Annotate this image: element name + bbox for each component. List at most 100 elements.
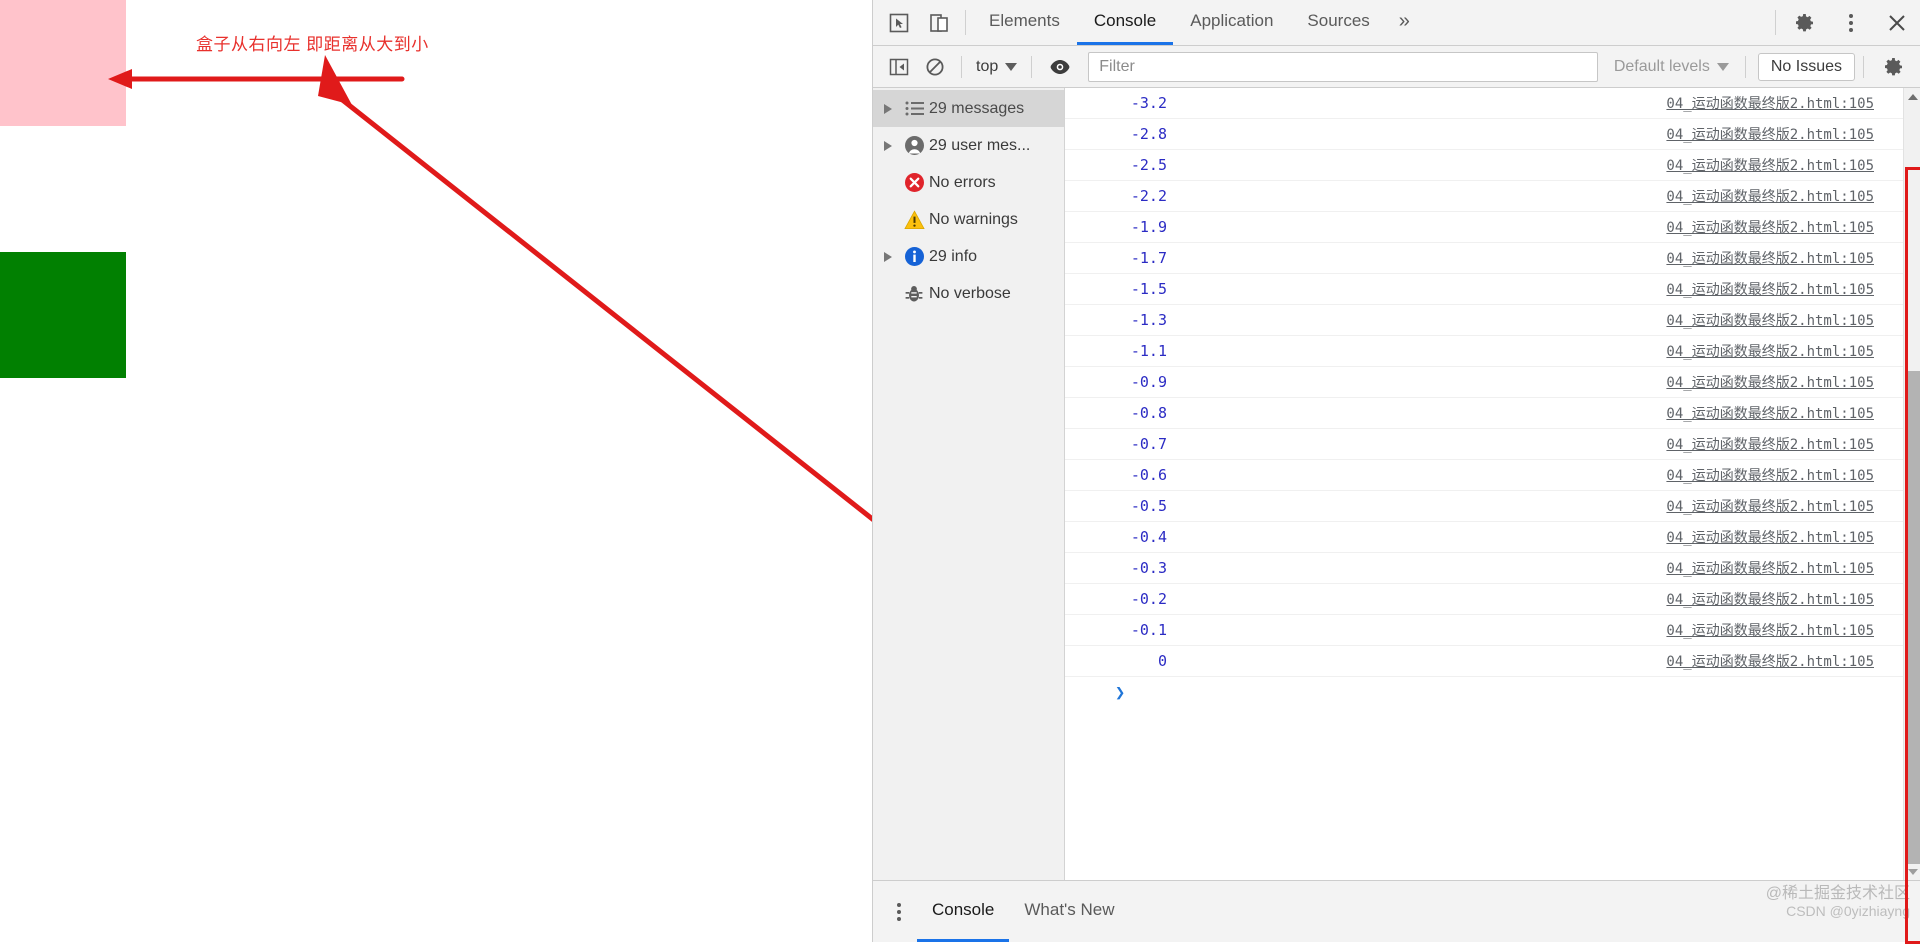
log-source-link[interactable]: 04_运动函数最终版2.html:105 <box>1167 372 1920 392</box>
green-box <box>0 252 126 378</box>
toolbar-divider-1 <box>961 55 962 78</box>
log-row[interactable]: -1.7 04_运动函数最终版2.html:105 <box>1065 243 1920 274</box>
list-icon <box>899 101 929 116</box>
log-value: -0.9 <box>1130 373 1167 391</box>
tabstrip-divider <box>965 10 966 35</box>
console-prompt-row[interactable]: ❯ <box>1065 677 1920 708</box>
log-row[interactable]: -0.1 04_运动函数最终版2.html:105 <box>1065 615 1920 646</box>
log-row[interactable]: -0.7 04_运动函数最终版2.html:105 <box>1065 429 1920 460</box>
log-source-link[interactable]: 04_运动函数最终版2.html:105 <box>1167 589 1920 609</box>
toolbar-divider-2 <box>1031 55 1033 78</box>
log-row[interactable]: 0 04_运动函数最终版2.html:105 <box>1065 646 1920 677</box>
tab-sources[interactable]: Sources <box>1290 0 1386 45</box>
log-value: -0.2 <box>1130 590 1167 608</box>
log-source-link[interactable]: 04_运动函数最终版2.html:105 <box>1167 248 1920 268</box>
sidebar-label-user-messages: 29 user mes... <box>929 136 1031 154</box>
log-row[interactable]: -1.3 04_运动函数最终版2.html:105 <box>1065 305 1920 336</box>
log-source-link[interactable]: 04_运动函数最终版2.html:105 <box>1167 403 1920 423</box>
pink-box <box>0 0 126 126</box>
watermark-line-1: @稀土掘金技术社区 <box>1765 885 1910 902</box>
annotation-arrows <box>108 55 872 522</box>
log-source-link[interactable]: 04_运动函数最终版2.html:105 <box>1167 558 1920 578</box>
console-sidebar: 29 messages 29 user mes... No errors No … <box>873 88 1065 880</box>
console-filter-input[interactable] <box>1088 51 1598 82</box>
execution-context-selector[interactable]: top <box>970 58 1023 76</box>
sidebar-label-verbose: No verbose <box>929 284 1011 302</box>
log-row[interactable]: -2.2 04_运动函数最终版2.html:105 <box>1065 181 1920 212</box>
log-source-link[interactable]: 04_运动函数最终版2.html:105 <box>1167 155 1920 175</box>
tab-application[interactable]: Application <box>1173 0 1290 45</box>
tab-elements[interactable]: Elements <box>972 0 1077 45</box>
twisty-icon-info[interactable] <box>877 251 899 262</box>
log-row[interactable]: -1.5 04_运动函数最终版2.html:105 <box>1065 274 1920 305</box>
console-scrollbar[interactable] <box>1903 88 1920 880</box>
log-levels-selector[interactable]: Default levels <box>1606 58 1737 76</box>
close-devtools-icon[interactable] <box>1874 0 1920 45</box>
watermark-line-2: CSDN @0yizhiayng <box>1786 903 1910 920</box>
sidebar-item-verbose[interactable]: No verbose <box>873 275 1064 312</box>
log-value: -0.6 <box>1130 466 1167 484</box>
arrow-diagonal-shaft <box>337 95 872 522</box>
log-row[interactable]: -2.5 04_运动函数最终版2.html:105 <box>1065 150 1920 181</box>
console-settings-gear-icon[interactable] <box>1872 55 1916 79</box>
twisty-icon-messages[interactable] <box>877 103 899 114</box>
log-row[interactable]: -2.8 04_运动函数最终版2.html:105 <box>1065 119 1920 150</box>
live-expression-eye-icon[interactable] <box>1040 52 1080 82</box>
scrollbar-down-arrow-icon[interactable] <box>1904 863 1920 880</box>
log-source-link[interactable]: 04_运动函数最终版2.html:105 <box>1167 620 1920 640</box>
log-value: -2.5 <box>1130 156 1167 174</box>
sidebar-item-messages[interactable]: 29 messages <box>873 90 1064 127</box>
log-row[interactable]: -0.9 04_运动函数最终版2.html:105 <box>1065 367 1920 398</box>
log-value: -2.8 <box>1130 125 1167 143</box>
inspect-element-icon[interactable] <box>879 0 919 45</box>
log-source-link[interactable]: 04_运动函数最终版2.html:105 <box>1167 124 1920 144</box>
issues-button[interactable]: No Issues <box>1757 52 1855 81</box>
scrollbar-up-arrow-icon[interactable] <box>1904 88 1920 105</box>
toggle-console-sidebar-icon[interactable] <box>881 52 917 82</box>
log-source-link[interactable]: 04_运动函数最终版2.html:105 <box>1167 310 1920 330</box>
log-row[interactable]: -3.2 04_运动函数最终版2.html:105 <box>1065 88 1920 119</box>
more-options-icon[interactable] <box>1828 0 1874 45</box>
drawer-more-options-icon[interactable] <box>881 881 917 942</box>
log-source-link[interactable]: 04_运动函数最终版2.html:105 <box>1167 651 1920 671</box>
log-row[interactable]: -0.3 04_运动函数最终版2.html:105 <box>1065 553 1920 584</box>
log-source-link[interactable]: 04_运动函数最终版2.html:105 <box>1167 341 1920 361</box>
log-row[interactable]: -1.9 04_运动函数最终版2.html:105 <box>1065 212 1920 243</box>
warning-icon <box>899 209 929 230</box>
log-row[interactable]: -0.2 04_运动函数最终版2.html:105 <box>1065 584 1920 615</box>
settings-gear-icon[interactable] <box>1782 0 1828 45</box>
sidebar-item-info[interactable]: 29 info <box>873 238 1064 275</box>
console-log-list[interactable]: -3.2 04_运动函数最终版2.html:105 -2.8 04_运动函数最终版2.… <box>1065 88 1920 880</box>
log-row[interactable]: -0.4 04_运动函数最终版2.html:105 <box>1065 522 1920 553</box>
console-body: 29 messages 29 user mes... No errors No … <box>873 88 1920 944</box>
execution-context-label: top <box>976 57 999 75</box>
drawer-tab-console[interactable]: Console <box>917 881 1010 942</box>
twisty-icon-user-messages[interactable] <box>877 140 899 151</box>
tab-overflow-icon[interactable]: » <box>1387 0 1422 45</box>
drawer-tab-whats-new[interactable]: What's New <box>1009 881 1129 942</box>
log-row[interactable]: -1.1 04_运动函数最终版2.html:105 <box>1065 336 1920 367</box>
sidebar-item-errors[interactable]: No errors <box>873 164 1064 201</box>
sidebar-item-user-messages[interactable]: 29 user mes... <box>873 127 1064 164</box>
clear-console-icon[interactable] <box>917 52 953 82</box>
sidebar-item-warnings[interactable]: No warnings <box>873 201 1064 238</box>
log-value: -0.3 <box>1130 559 1167 577</box>
scrollbar-thumb[interactable] <box>1905 371 1920 864</box>
tab-console[interactable]: Console <box>1076 0 1174 45</box>
log-source-link[interactable]: 04_运动函数最终版2.html:105 <box>1167 527 1920 547</box>
log-source-link[interactable]: 04_运动函数最终版2.html:105 <box>1167 465 1920 485</box>
log-row[interactable]: -0.8 04_运动函数最终版2.html:105 <box>1065 398 1920 429</box>
log-row[interactable]: -0.6 04_运动函数最终版2.html:105 <box>1065 460 1920 491</box>
log-source-link[interactable]: 04_运动函数最终版2.html:105 <box>1167 93 1920 113</box>
log-source-link[interactable]: 04_运动函数最终版2.html:105 <box>1167 186 1920 206</box>
log-source-link[interactable]: 04_运动函数最终版2.html:105 <box>1167 496 1920 516</box>
log-value: -0.1 <box>1130 621 1167 639</box>
log-source-link[interactable]: 04_运动函数最终版2.html:105 <box>1167 279 1920 299</box>
bug-icon <box>899 284 929 304</box>
sidebar-label-warnings: No warnings <box>929 210 1018 228</box>
log-row[interactable]: -0.5 04_运动函数最终版2.html:105 <box>1065 491 1920 522</box>
device-toolbar-icon[interactable] <box>919 0 959 45</box>
error-icon <box>899 172 929 193</box>
log-source-link[interactable]: 04_运动函数最终版2.html:105 <box>1167 217 1920 237</box>
log-source-link[interactable]: 04_运动函数最终版2.html:105 <box>1167 434 1920 454</box>
